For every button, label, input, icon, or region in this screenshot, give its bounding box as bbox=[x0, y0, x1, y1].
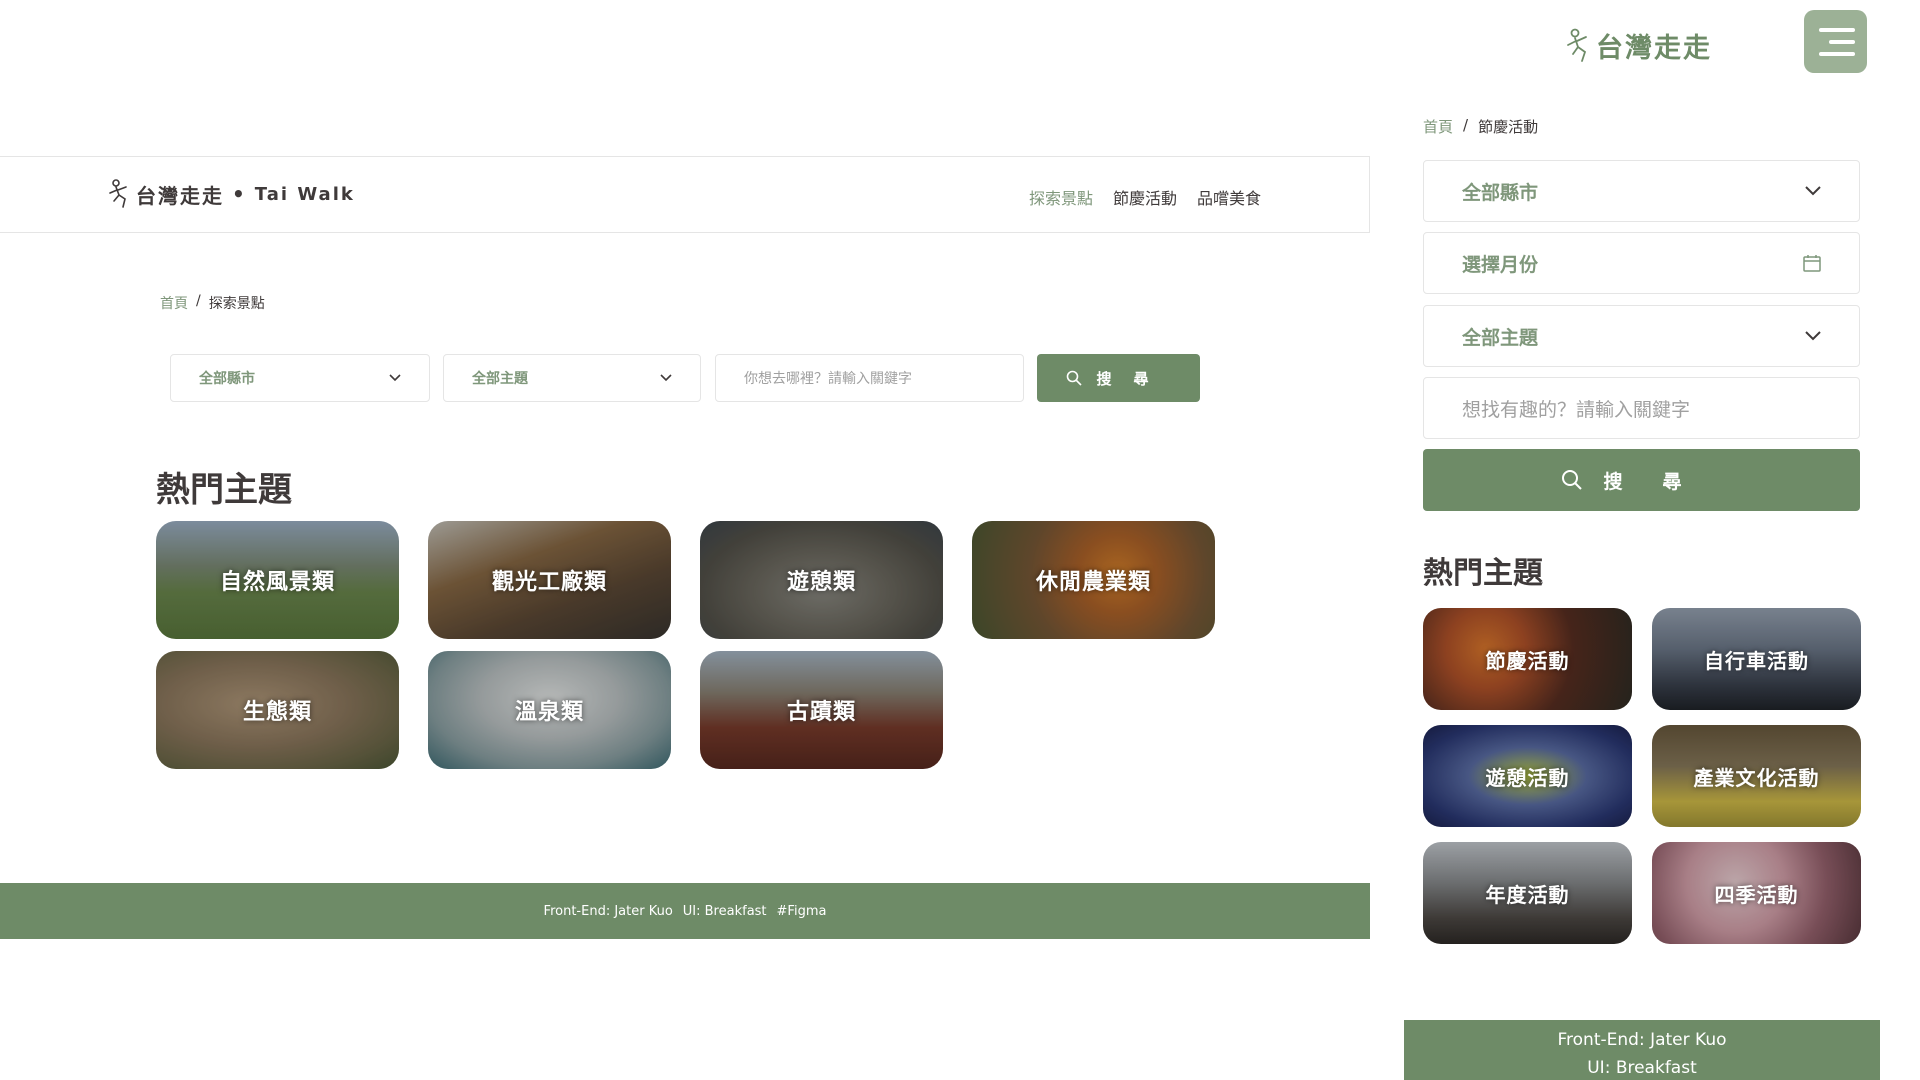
mobile-search-button[interactable]: 搜尋 bbox=[1423, 449, 1860, 511]
mobile-footer: Front-End: Jater Kuo UI: Breakfast bbox=[1404, 1020, 1880, 1080]
desktop-mockup: 台灣走走 • Tai Walk 探索景點 節慶活動 品嚐美食 首頁 / 探索景點… bbox=[0, 0, 1370, 1080]
search-button-label: 搜尋 bbox=[1603, 470, 1722, 493]
tile-hot-spring[interactable]: 溫泉類 bbox=[428, 651, 671, 769]
calendar-icon bbox=[1803, 255, 1821, 272]
footer-ui: UI: Breakfast bbox=[682, 903, 767, 919]
tile-label: 溫泉類 bbox=[514, 700, 584, 725]
tile-festival[interactable]: 節慶活動 bbox=[1423, 608, 1632, 710]
desktop-header: 台灣走走 • Tai Walk 探索景點 節慶活動 品嚐美食 bbox=[0, 156, 1370, 233]
tile-label: 自然風景類 bbox=[219, 570, 335, 595]
breadcrumb-sep: / bbox=[196, 293, 201, 309]
tile-leisure-farm[interactable]: 休閒農業類 bbox=[972, 521, 1215, 639]
chevron-down-icon bbox=[1805, 331, 1821, 341]
walker-icon bbox=[109, 179, 127, 208]
tile-industry-culture[interactable]: 產業文化活動 bbox=[1652, 725, 1861, 827]
mobile-month-picker[interactable]: 選擇月份 bbox=[1423, 232, 1860, 294]
logo-dot: • bbox=[232, 182, 247, 206]
tile-historic[interactable]: 古蹟類 bbox=[700, 651, 943, 769]
chevron-down-icon bbox=[660, 374, 672, 382]
tile-label: 觀光工廠類 bbox=[491, 570, 607, 595]
search-icon bbox=[1067, 370, 1083, 386]
tile-label: 遊憩活動 bbox=[1485, 765, 1570, 790]
desktop-logo[interactable]: 台灣走走 • Tai Walk bbox=[106, 179, 355, 209]
city-select[interactable]: 全部縣市 bbox=[170, 354, 430, 402]
mobile-city-select[interactable]: 全部縣市 bbox=[1423, 160, 1860, 222]
tile-label: 四季活動 bbox=[1714, 882, 1799, 907]
menu-line-icon bbox=[1819, 51, 1855, 56]
chevron-down-icon bbox=[1805, 186, 1821, 196]
tile-annual[interactable]: 年度活動 bbox=[1423, 842, 1632, 944]
walker-icon bbox=[1567, 28, 1587, 62]
tile-label: 遊憩類 bbox=[786, 570, 856, 595]
desktop-nav: 探索景點 節慶活動 品嚐美食 bbox=[1029, 185, 1261, 209]
breadcrumb-sep: / bbox=[1463, 116, 1469, 134]
mobile-logo-name: 台灣走走 bbox=[1596, 33, 1712, 64]
mobile-logo[interactable]: 台灣走走 bbox=[1564, 26, 1712, 65]
tile-recreation[interactable]: 遊憩類 bbox=[700, 521, 943, 639]
mobile-hot-topics-title: 熱門主題 bbox=[1423, 556, 1543, 591]
menu-line-icon bbox=[1819, 27, 1855, 32]
footer-frontend: Front-End: Jater Kuo bbox=[543, 903, 673, 919]
city-select-value: 全部縣市 bbox=[1462, 181, 1539, 204]
mobile-breadcrumb: 首頁 / 節慶活動 bbox=[1423, 116, 1538, 137]
search-button-label: 搜尋 bbox=[1096, 369, 1171, 388]
tile-label: 生態類 bbox=[242, 700, 312, 725]
hamburger-menu-button[interactable] bbox=[1804, 10, 1867, 73]
menu-line-icon bbox=[1829, 39, 1855, 44]
logo-sub: Tai Walk bbox=[254, 183, 355, 205]
breadcrumb-current: 節慶活動 bbox=[1478, 118, 1539, 136]
footer-tag: #Figma bbox=[776, 903, 827, 919]
city-select-value: 全部縣市 bbox=[199, 371, 255, 387]
logo-name: 台灣走走 bbox=[136, 183, 224, 208]
breadcrumb-home[interactable]: 首頁 bbox=[160, 293, 188, 313]
theme-select-value: 全部主題 bbox=[472, 371, 528, 387]
tile-label: 休閒農業類 bbox=[1035, 570, 1151, 595]
tile-label: 節慶活動 bbox=[1485, 648, 1570, 673]
keyword-placeholder: 你想去哪裡？請輸入關鍵字 bbox=[744, 371, 912, 387]
mobile-theme-select[interactable]: 全部主題 bbox=[1423, 305, 1860, 367]
desktop-footer: Front-End: Jater Kuo UI: Breakfast #Figm… bbox=[0, 883, 1370, 939]
nav-food[interactable]: 品嚐美食 bbox=[1197, 185, 1261, 209]
nav-festivals[interactable]: 節慶活動 bbox=[1113, 185, 1177, 209]
tile-label: 古蹟類 bbox=[786, 700, 856, 725]
chevron-down-icon bbox=[389, 374, 401, 382]
footer-frontend: Front-End: Jater Kuo bbox=[1557, 1030, 1727, 1050]
tile-factory[interactable]: 觀光工廠類 bbox=[428, 521, 671, 639]
keyword-input[interactable]: 你想去哪裡？請輸入關鍵字 bbox=[715, 354, 1024, 402]
breadcrumb-current: 探索景點 bbox=[208, 296, 265, 312]
tile-nature[interactable]: 自然風景類 bbox=[156, 521, 399, 639]
breadcrumb: 首頁 / 探索景點 bbox=[160, 293, 265, 313]
theme-select[interactable]: 全部主題 bbox=[443, 354, 701, 402]
theme-select-value: 全部主題 bbox=[1462, 326, 1539, 349]
month-picker-value: 選擇月份 bbox=[1462, 253, 1539, 276]
search-icon bbox=[1562, 470, 1583, 490]
search-button[interactable]: 搜尋 bbox=[1037, 354, 1200, 402]
tile-seasonal[interactable]: 四季活動 bbox=[1652, 842, 1861, 944]
tile-label: 年度活動 bbox=[1485, 882, 1570, 907]
mobile-keyword-input[interactable]: 想找有趣的？請輸入關鍵字 bbox=[1423, 377, 1860, 439]
keyword-placeholder: 想找有趣的？請輸入關鍵字 bbox=[1462, 398, 1691, 421]
tile-label: 產業文化活動 bbox=[1693, 765, 1820, 790]
footer-ui: UI: Breakfast bbox=[1587, 1058, 1697, 1078]
breadcrumb-home[interactable]: 首頁 bbox=[1423, 116, 1453, 137]
nav-explore[interactable]: 探索景點 bbox=[1029, 185, 1093, 209]
tile-ecology[interactable]: 生態類 bbox=[156, 651, 399, 769]
hot-topics-title: 熱門主題 bbox=[156, 470, 292, 510]
tile-recreation-activity[interactable]: 遊憩活動 bbox=[1423, 725, 1632, 827]
tile-label: 自行車活動 bbox=[1704, 648, 1809, 673]
tile-cycling[interactable]: 自行車活動 bbox=[1652, 608, 1861, 710]
